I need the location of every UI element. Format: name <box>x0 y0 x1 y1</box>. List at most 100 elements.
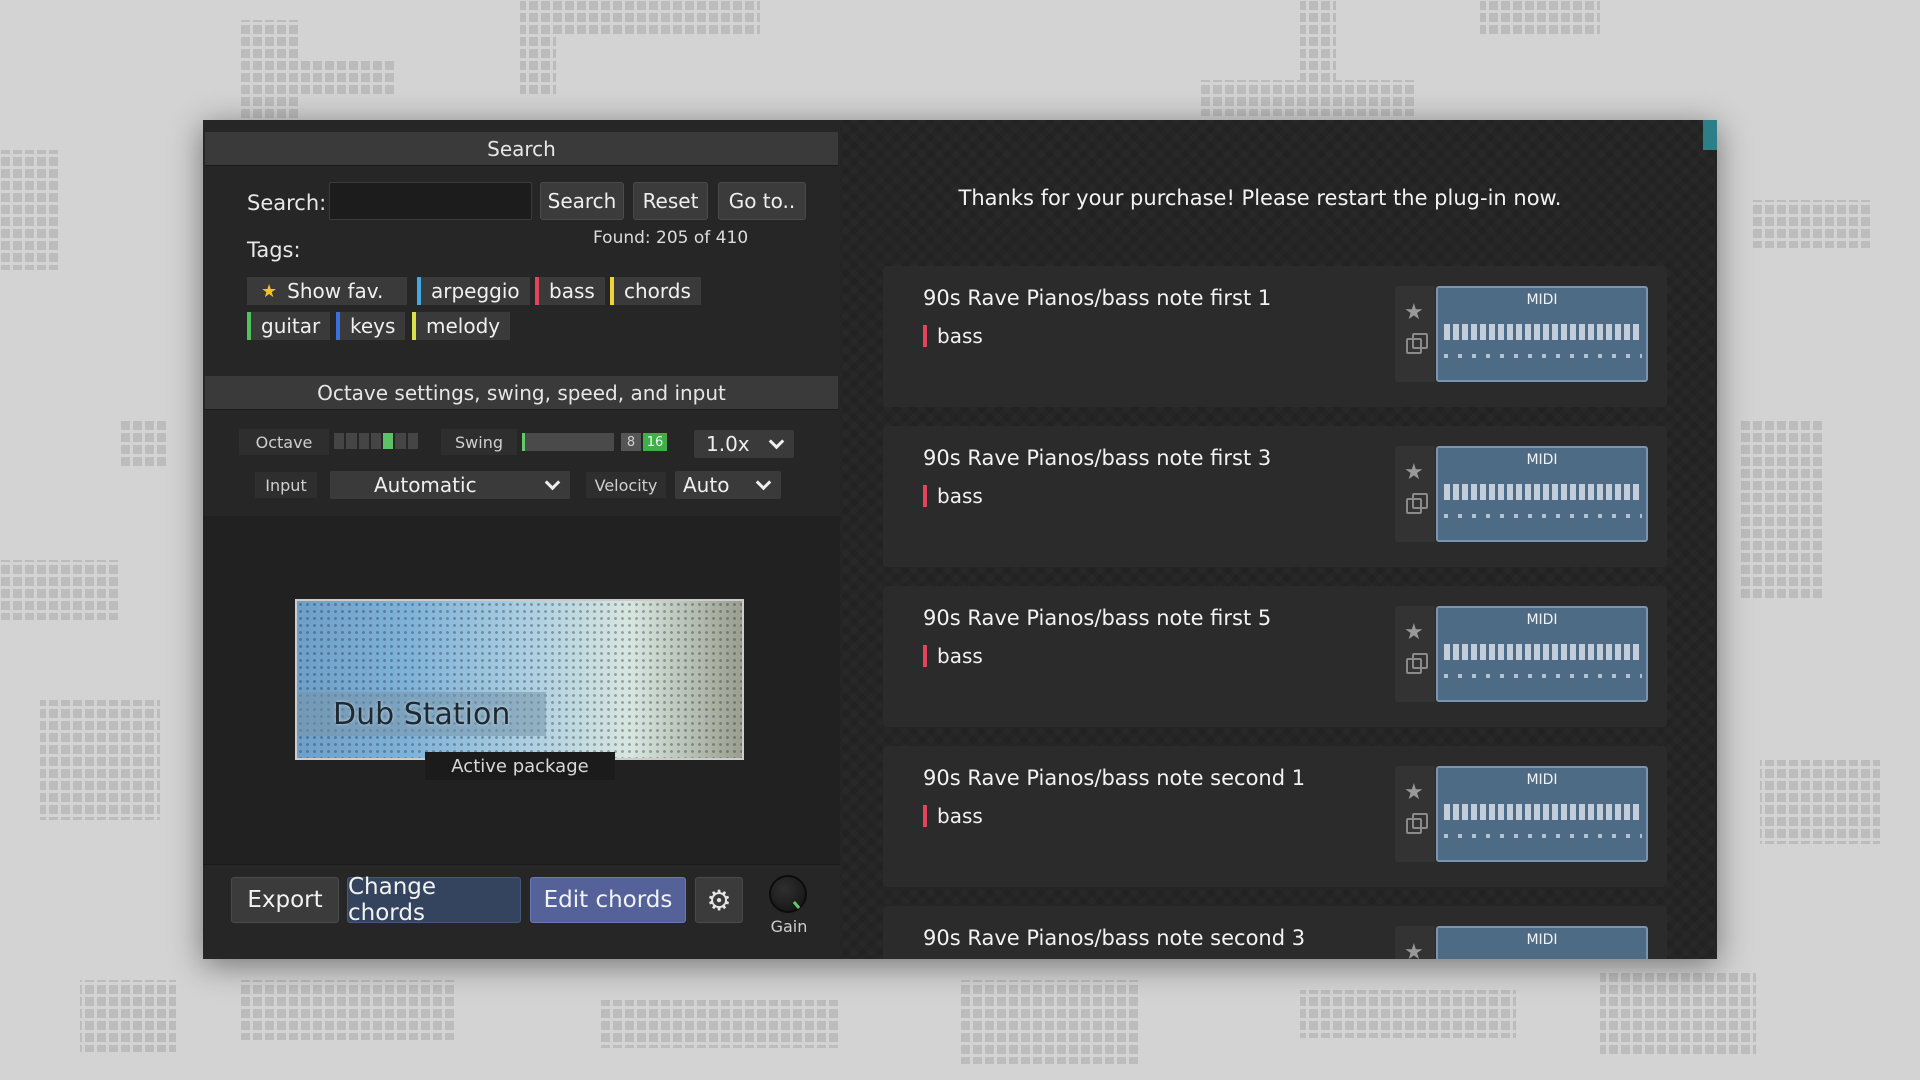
copy-icon[interactable] <box>1406 813 1428 834</box>
settings-button[interactable]: ⚙ <box>695 877 743 923</box>
export-button[interactable]: Export <box>231 877 339 923</box>
midi-notes <box>1444 804 1642 820</box>
speed-value: 1.0x <box>706 432 750 456</box>
search-button[interactable]: Search <box>540 182 624 220</box>
tag-arpeggio[interactable]: arpeggio <box>417 277 530 305</box>
octave-step[interactable] <box>334 433 345 449</box>
tag-bass[interactable]: bass <box>535 277 605 305</box>
velocity-dropdown[interactable]: Auto <box>675 471 781 499</box>
scrollbar-thumb[interactable] <box>1703 120 1717 150</box>
tag-label: arpeggio <box>431 279 520 303</box>
midi-notes <box>1444 324 1642 340</box>
input-dropdown[interactable]: Automatic <box>330 471 570 499</box>
result-tag: bass <box>923 805 983 827</box>
midi-notes <box>1444 644 1642 660</box>
midi-preview[interactable]: MIDI <box>1436 446 1648 542</box>
midi-label: MIDI <box>1526 612 1558 628</box>
favorite-star-icon[interactable]: ★ <box>1404 620 1424 645</box>
velocity-label: Velocity <box>586 472 666 498</box>
swing-16-toggle[interactable]: 16 <box>643 433 667 451</box>
tag-melody[interactable]: melody <box>412 312 511 340</box>
results-panel: Thanks for your purchase! Please restart… <box>840 120 1717 959</box>
search-input[interactable] <box>329 182 532 220</box>
midi-preview[interactable]: MIDI <box>1436 286 1648 382</box>
octave-step[interactable] <box>370 433 382 449</box>
tag-label: chords <box>624 279 691 303</box>
swing-8-toggle[interactable]: 8 <box>621 433 641 451</box>
tag-label: bass <box>549 279 595 303</box>
midi-notes <box>1444 834 1642 838</box>
swing-slider[interactable] <box>522 433 614 451</box>
octave-section-header: Octave settings, swing, speed, and input <box>205 376 838 410</box>
midi-label: MIDI <box>1526 772 1558 788</box>
left-panel: Search Search: Search Reset Go to.. Foun… <box>203 120 840 959</box>
found-count: Found: 205 of 410 <box>593 228 749 248</box>
plugin-window: Search Search: Search Reset Go to.. Foun… <box>203 120 1717 959</box>
result-title: 90s Rave Pianos/bass note first 3 <box>923 446 1272 470</box>
search-section-header: Search <box>205 132 838 166</box>
result-card[interactable]: 90s Rave Pianos/bass note second 3 bass … <box>883 906 1667 959</box>
tag-keys[interactable]: keys <box>336 312 406 340</box>
result-card[interactable]: 90s Rave Pianos/bass note first 1 bass ★… <box>883 266 1667 407</box>
velocity-value: Auto <box>683 473 730 497</box>
midi-label: MIDI <box>1526 452 1558 468</box>
octave-step[interactable] <box>407 433 418 449</box>
gear-icon: ⚙ <box>706 883 732 917</box>
tag-guitar[interactable]: guitar <box>247 312 331 340</box>
tag-chords[interactable]: chords <box>610 277 701 305</box>
result-title: 90s Rave Pianos/bass note second 1 <box>923 766 1306 790</box>
favorite-star-icon[interactable]: ★ <box>1404 940 1424 959</box>
tag-label: keys <box>350 314 396 338</box>
midi-label: MIDI <box>1526 292 1558 308</box>
copy-icon[interactable] <box>1406 653 1428 674</box>
octave-selector[interactable] <box>334 433 418 449</box>
favorite-star-icon[interactable]: ★ <box>1404 780 1424 805</box>
midi-preview[interactable]: MIDI <box>1436 926 1648 959</box>
result-tag: bass <box>923 325 983 347</box>
chevron-down-icon <box>755 474 772 490</box>
reset-button[interactable]: Reset <box>633 182 708 220</box>
purchase-message: Thanks for your purchase! Please restart… <box>958 186 1562 210</box>
midi-preview[interactable]: MIDI <box>1436 766 1648 862</box>
octave-step[interactable] <box>346 433 357 449</box>
result-card[interactable]: 90s Rave Pianos/bass note first 5 bass ★… <box>883 586 1667 727</box>
change-chords-button[interactable]: Change chords <box>347 874 521 926</box>
star-icon: ★ <box>261 280 278 302</box>
result-title: 90s Rave Pianos/bass note first 5 <box>923 606 1272 630</box>
goto-button[interactable]: Go to.. <box>718 182 806 220</box>
package-cover[interactable]: Dub Station <box>295 599 744 760</box>
tag-show-fav[interactable]: ★ Show fav. <box>247 277 407 305</box>
gain-label: Gain <box>770 917 808 936</box>
gain-knob[interactable] <box>769 875 807 913</box>
result-actions: ★ <box>1395 606 1435 702</box>
copy-icon[interactable] <box>1406 333 1428 354</box>
result-actions: ★ <box>1395 446 1435 542</box>
swing-label: Swing <box>441 429 517 455</box>
tags-label: Tags: <box>247 238 301 262</box>
result-actions: ★ <box>1395 766 1435 862</box>
search-label: Search: <box>247 191 327 215</box>
midi-notes <box>1444 484 1642 500</box>
octave-label: Octave <box>239 429 329 455</box>
result-card[interactable]: 90s Rave Pianos/bass note second 1 bass … <box>883 746 1667 887</box>
octave-step[interactable] <box>383 433 394 449</box>
result-title: 90s Rave Pianos/bass note second 3 <box>923 926 1306 950</box>
package-caption: Active package <box>425 752 615 780</box>
chevron-down-icon <box>544 474 561 490</box>
input-label: Input <box>255 472 317 498</box>
copy-icon[interactable] <box>1406 493 1428 514</box>
favorite-star-icon[interactable]: ★ <box>1404 460 1424 485</box>
octave-step[interactable] <box>358 433 369 449</box>
chevron-down-icon <box>768 433 785 449</box>
favorite-star-icon[interactable]: ★ <box>1404 300 1424 325</box>
midi-notes <box>1444 514 1642 518</box>
speed-dropdown[interactable]: 1.0x <box>694 430 794 458</box>
result-card[interactable]: 90s Rave Pianos/bass note first 3 bass ★… <box>883 426 1667 567</box>
midi-notes <box>1444 354 1642 358</box>
midi-preview[interactable]: MIDI <box>1436 606 1648 702</box>
edit-chords-button[interactable]: Edit chords <box>530 877 686 923</box>
tag-label: melody <box>426 314 501 338</box>
tag-label: Show fav. <box>287 279 384 303</box>
octave-step[interactable] <box>395 433 406 449</box>
result-title: 90s Rave Pianos/bass note first 1 <box>923 286 1272 310</box>
